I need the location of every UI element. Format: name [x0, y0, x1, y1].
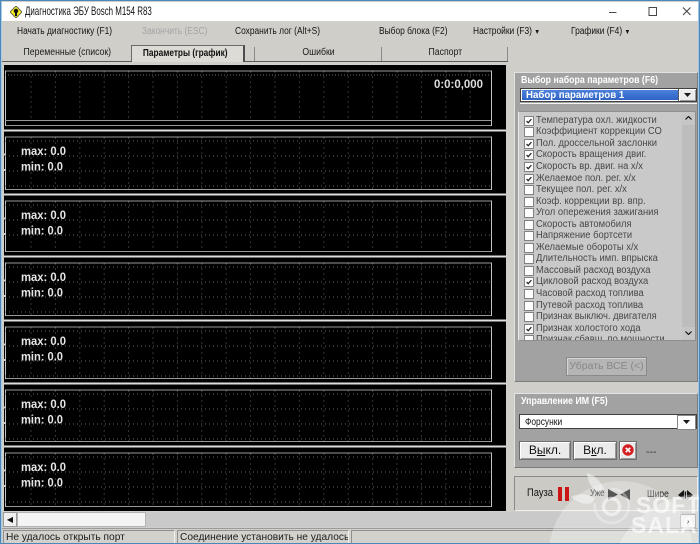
svg-text:min: 0.0: min: 0.0	[21, 160, 63, 174]
svg-text:max: 0.0: max: 0.0	[21, 144, 66, 158]
svg-text:0:0:0,000: 0:0:0,000	[434, 77, 483, 91]
svg-text:min: 0.0: min: 0.0	[21, 476, 63, 490]
svg-text:min: 0.0: min: 0.0	[21, 286, 63, 300]
svg-text:max: 0.0: max: 0.0	[21, 397, 66, 411]
svg-text:min: 0.0: min: 0.0	[21, 413, 63, 427]
svg-text:max: 0.0: max: 0.0	[21, 208, 66, 222]
svg-text:min: 0.0: min: 0.0	[21, 350, 63, 364]
svg-text:max: 0.0: max: 0.0	[21, 334, 66, 348]
svg-text:max: 0.0: max: 0.0	[21, 460, 66, 474]
svg-text:min: 0.0: min: 0.0	[21, 224, 63, 238]
svg-text:max: 0.0: max: 0.0	[21, 270, 66, 284]
